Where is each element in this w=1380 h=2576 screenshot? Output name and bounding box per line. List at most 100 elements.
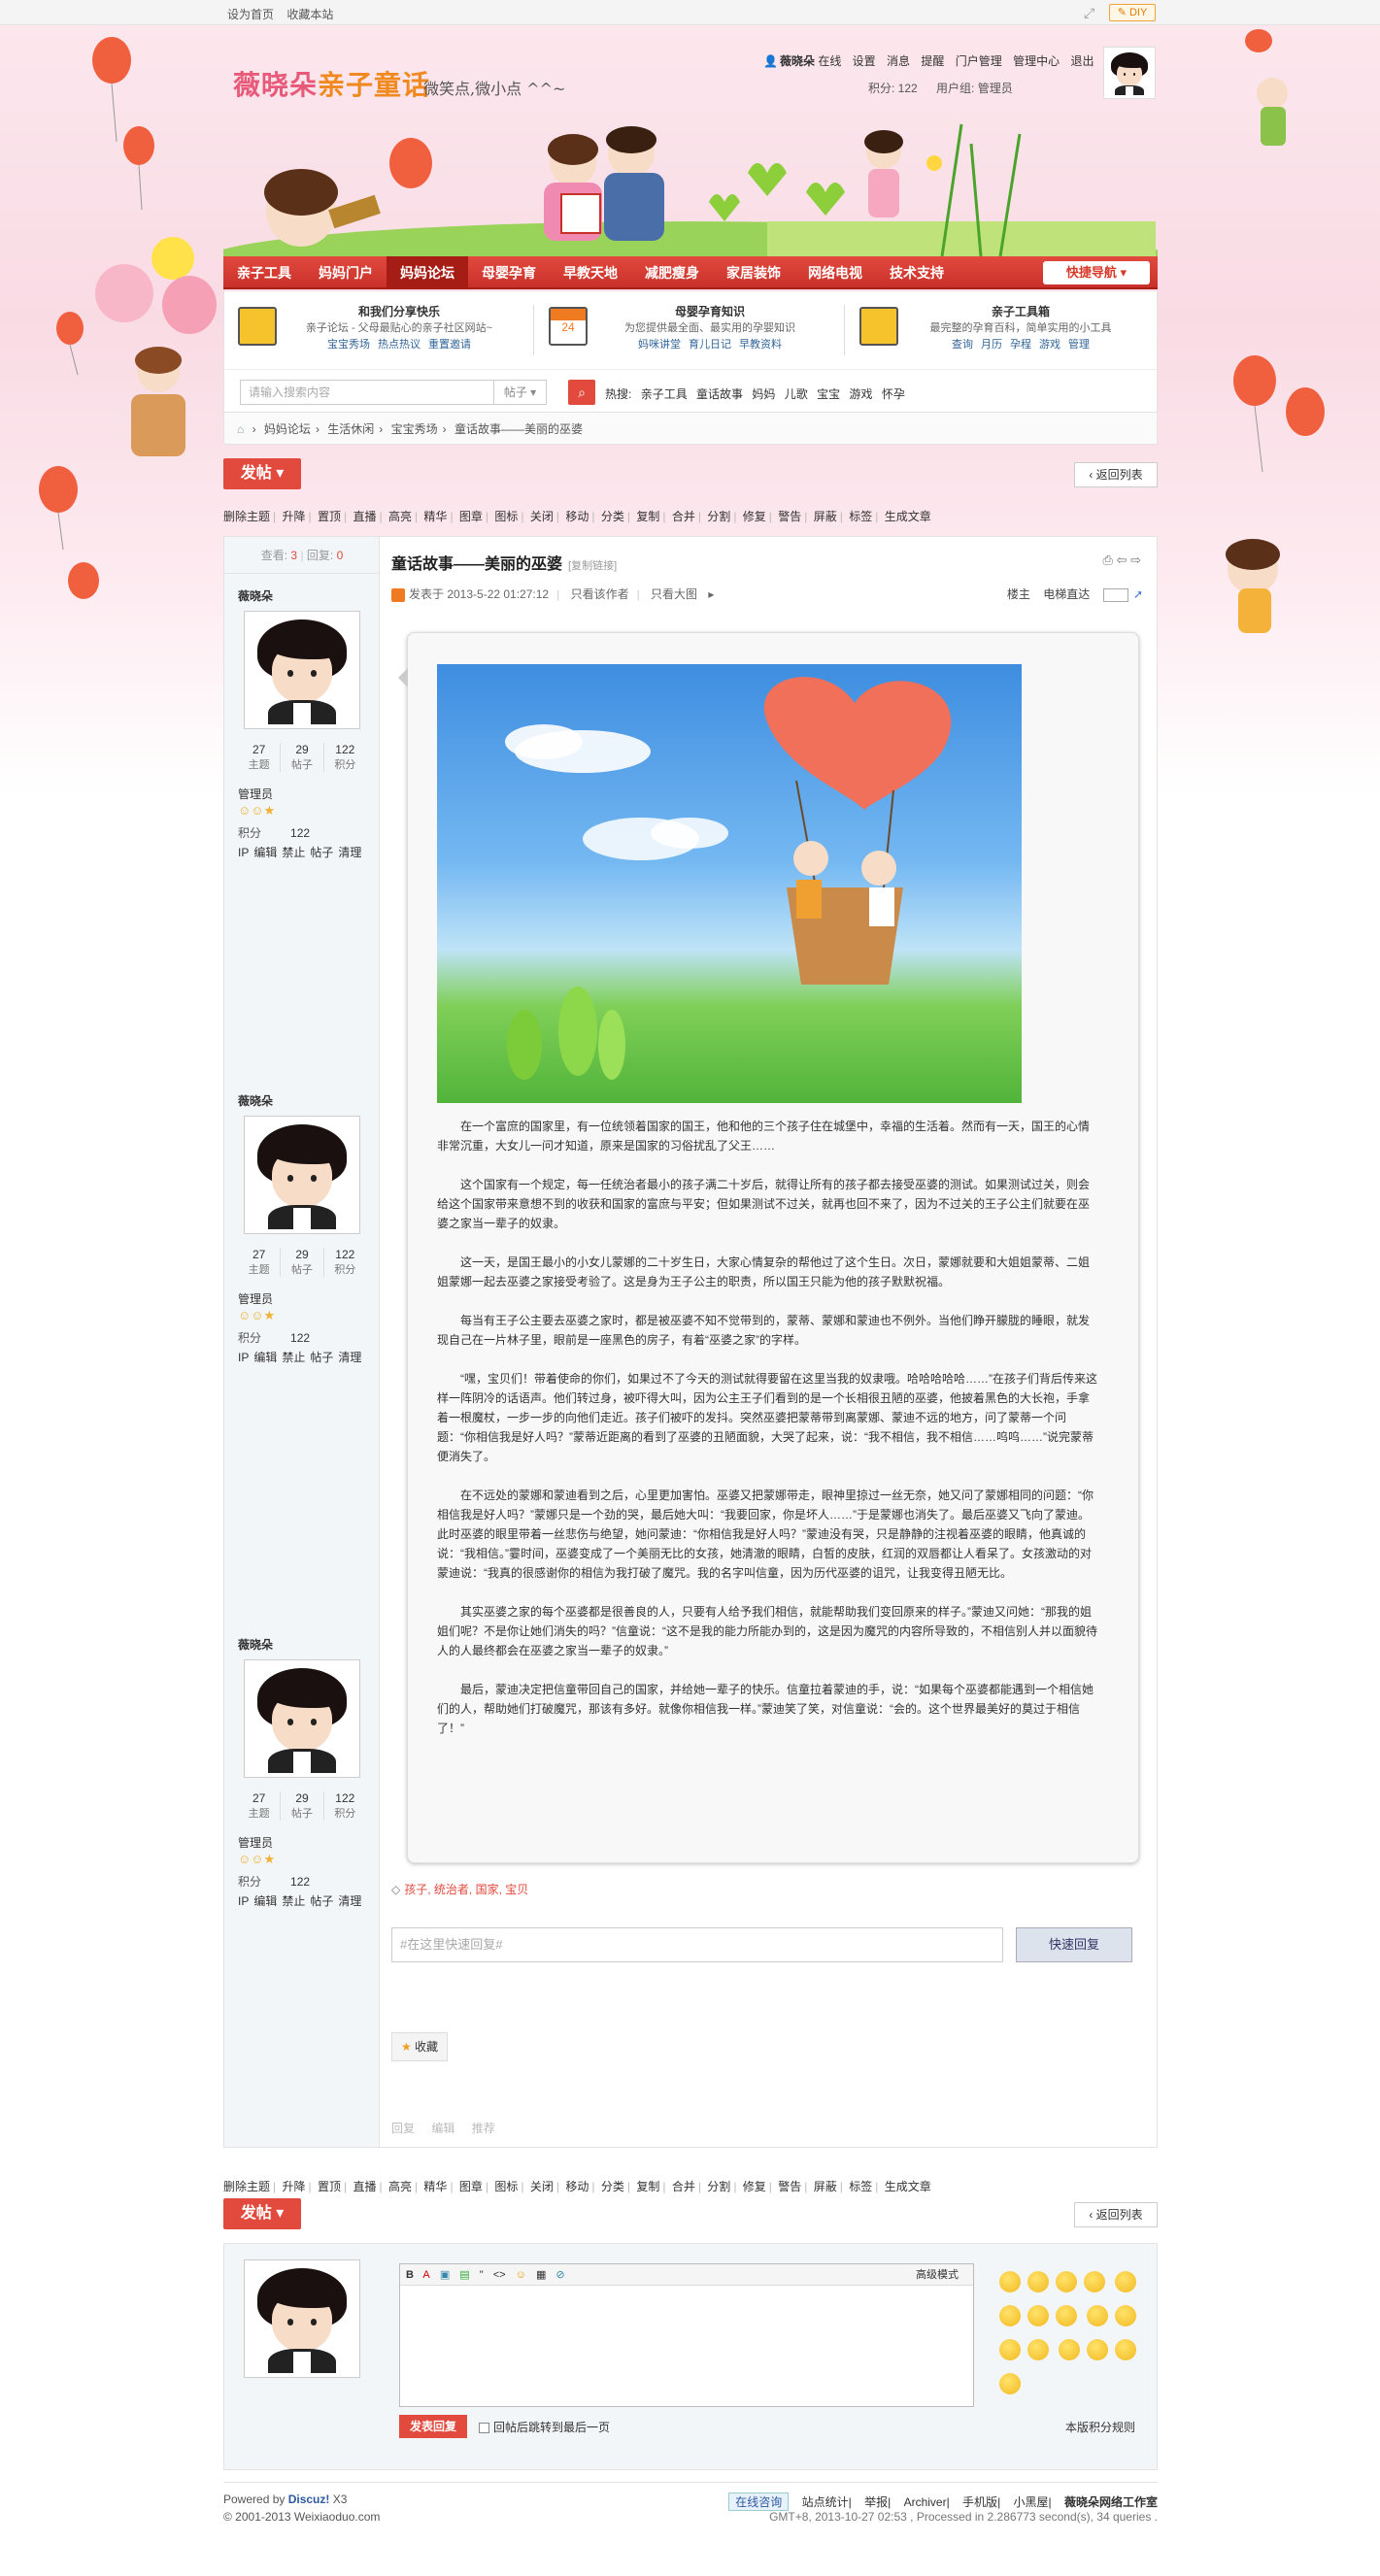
smile-icon[interactable] — [999, 2271, 1021, 2292]
jump-floor-link[interactable]: 电梯直达 — [1043, 587, 1090, 601]
admin-center-link[interactable]: 管理中心 — [1013, 54, 1060, 68]
mod-action[interactable]: 删除主题 — [223, 2180, 270, 2193]
table-icon[interactable]: ▦ — [536, 2269, 546, 2281]
next-thread-icon[interactable]: ⇨ — [1130, 552, 1141, 567]
mod-action[interactable]: 直播 — [353, 510, 376, 523]
info-link[interactable]: 查询 — [952, 339, 973, 351]
new-post-button[interactable]: 发帖 ▾ — [223, 458, 301, 489]
hot-search-item[interactable]: 游戏 — [849, 387, 872, 401]
happy-icon[interactable] — [1087, 2339, 1109, 2360]
info-link[interactable]: 妈咪讲堂 — [638, 339, 681, 351]
avatar[interactable] — [244, 1116, 360, 1234]
quick-nav-button[interactable]: 快捷导航 ▾ — [1043, 261, 1150, 284]
mod-action[interactable]: 图章 — [459, 510, 483, 523]
op-link[interactable]: IP — [238, 1894, 249, 1908]
copy-link[interactable]: [复制链接] — [568, 560, 617, 572]
nav-item-early-edu[interactable]: 早教天地 — [550, 256, 631, 289]
nav-item-pregnancy[interactable]: 母婴孕育 — [468, 256, 550, 289]
mod-action[interactable]: 置顶 — [318, 2180, 341, 2193]
search-input[interactable]: 请输入搜索内容 — [240, 380, 494, 405]
mod-action[interactable]: 标签 — [849, 2180, 872, 2193]
reply-action[interactable]: 回复 — [391, 2122, 415, 2135]
mod-action[interactable]: 直播 — [353, 2180, 376, 2193]
bold-icon[interactable]: B — [406, 2269, 414, 2281]
edit-action[interactable]: 编辑 — [431, 2122, 454, 2135]
quote-icon[interactable]: " — [480, 2269, 484, 2281]
hot-search-item[interactable]: 儿歌 — [785, 387, 808, 401]
site-logo[interactable]: 薇晓朵亲子童话 — [233, 64, 430, 103]
footer-link[interactable]: 小黑屋 — [1014, 2495, 1049, 2509]
expand-icon[interactable]: ⤢ — [1084, 5, 1094, 21]
mod-action[interactable]: 分类 — [601, 510, 624, 523]
footer-link[interactable]: Archiver — [904, 2495, 947, 2509]
user-points[interactable]: 积分: 122 — [868, 82, 918, 95]
mod-action[interactable]: 关闭 — [530, 2180, 554, 2193]
author-topics[interactable]: 27 主题 — [238, 1248, 282, 1277]
mod-action[interactable]: 复制 — [636, 510, 659, 523]
big-image-link[interactable]: 只看大图 ▸ — [651, 587, 714, 601]
wink-icon[interactable] — [1087, 2305, 1109, 2326]
nav-item-portal[interactable]: 妈妈门户 — [305, 256, 387, 289]
footer-link[interactable]: 站点统计 — [802, 2495, 849, 2509]
op-link[interactable]: 禁止 — [282, 846, 305, 859]
author-group[interactable]: 管理员 — [238, 1834, 273, 1851]
mod-action[interactable]: 警告 — [778, 510, 801, 523]
print-icon[interactable]: ⎙ — [1103, 552, 1113, 567]
hot-search-item[interactable]: 亲子工具 — [641, 387, 688, 401]
mod-action[interactable]: 精华 — [423, 510, 447, 523]
breadcrumb-item[interactable]: 妈妈论坛 — [264, 422, 311, 436]
info-link[interactable]: 宝宝秀场 — [327, 339, 370, 351]
laugh-icon[interactable] — [999, 2305, 1021, 2326]
font-color-icon[interactable]: A — [422, 2269, 429, 2281]
mod-action[interactable]: 图标 — [494, 2180, 518, 2193]
sad-icon[interactable] — [1027, 2339, 1049, 2360]
op-link[interactable]: 帖子 — [310, 1894, 333, 1908]
only-author-link[interactable]: 只看该作者 — [571, 587, 629, 601]
mod-action[interactable]: 合并 — [672, 2180, 695, 2193]
link-icon[interactable]: ⊘ — [555, 2269, 564, 2281]
author-credits[interactable]: 122 积分 — [324, 1791, 366, 1821]
mod-action[interactable]: 标签 — [849, 510, 872, 523]
bookmark-link[interactable]: 收藏本站 — [286, 8, 333, 21]
mod-action[interactable]: 移动 — [565, 2180, 589, 2193]
nav-item-tools[interactable]: 亲子工具 — [223, 256, 305, 289]
op-link[interactable]: 帖子 — [310, 846, 333, 859]
mod-action[interactable]: 精华 — [423, 2180, 447, 2193]
mod-action[interactable]: 关闭 — [530, 510, 554, 523]
cool-icon[interactable] — [1027, 2305, 1049, 2326]
shy-icon[interactable] — [1056, 2271, 1077, 2292]
search-type-select[interactable]: 帖子 ▾ — [494, 380, 547, 405]
op-link[interactable]: 编辑 — [253, 1894, 277, 1908]
hot-search-item[interactable]: 童话故事 — [696, 387, 743, 401]
mod-action[interactable]: 合并 — [672, 510, 695, 523]
set-home-link[interactable]: 设为首页 — [227, 8, 274, 21]
footer-link[interactable]: 举报 — [864, 2495, 888, 2509]
hot-search-item[interactable]: 怀孕 — [882, 387, 905, 401]
online-consult-button[interactable]: 在线咨询 — [728, 2492, 790, 2511]
mod-action[interactable]: 高亮 — [388, 2180, 412, 2193]
studio-link[interactable]: 薇晓朵网络工作室 — [1064, 2495, 1158, 2509]
op-link[interactable]: 帖子 — [310, 1351, 333, 1364]
mod-action[interactable]: 分割 — [707, 510, 730, 523]
search-button[interactable]: ⌕ — [568, 380, 595, 405]
back-to-list-button[interactable]: ‹ 返回列表 — [1074, 462, 1158, 487]
image-icon[interactable]: ▣ — [440, 2269, 450, 2281]
author-posts[interactable]: 29 帖子 — [281, 743, 324, 772]
mod-action[interactable]: 图章 — [459, 2180, 483, 2193]
tag-links[interactable]: 孩子, 统治者, 国家, 宝贝 — [404, 1883, 528, 1896]
header-avatar[interactable] — [1103, 47, 1156, 99]
online-status[interactable]: 在线 — [818, 54, 841, 68]
diy-button[interactable]: ✎ DIY — [1109, 4, 1156, 21]
mod-action[interactable]: 图标 — [494, 510, 518, 523]
grin-icon[interactable] — [1027, 2271, 1049, 2292]
back-to-list-button-bottom[interactable]: ‹ 返回列表 — [1074, 2202, 1158, 2227]
info-link[interactable]: 管理 — [1068, 339, 1090, 351]
mod-action[interactable]: 高亮 — [388, 510, 412, 523]
op-link[interactable]: 编辑 — [253, 846, 277, 859]
new-post-button-bottom[interactable]: 发帖 ▾ — [223, 2198, 301, 2229]
nav-item-support[interactable]: 技术支持 — [876, 256, 958, 289]
mod-action[interactable]: 置顶 — [318, 510, 341, 523]
emoji-icon[interactable]: ☺ — [516, 2269, 526, 2281]
checkbox-icon[interactable] — [479, 2423, 489, 2434]
surprise-icon[interactable] — [1115, 2305, 1137, 2326]
